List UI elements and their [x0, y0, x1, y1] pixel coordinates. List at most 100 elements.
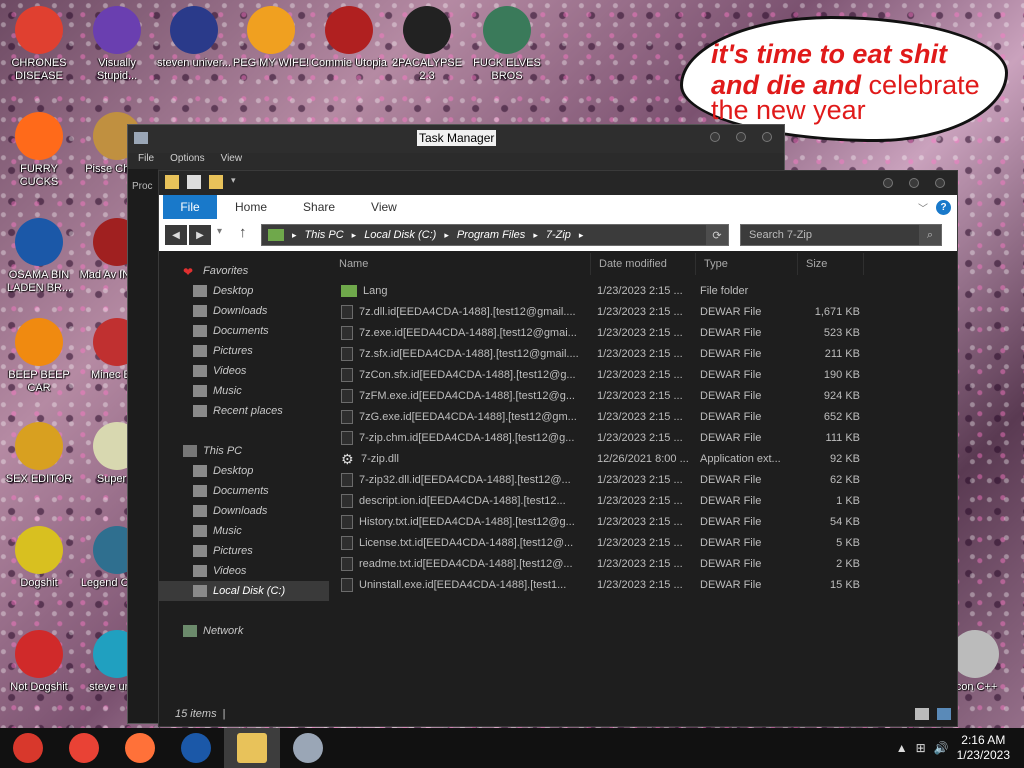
maximize-icon[interactable] — [736, 132, 746, 142]
sidebar-item[interactable]: Downloads — [159, 301, 329, 321]
column-date-modified[interactable]: Date modified — [591, 253, 696, 275]
nav-network[interactable]: Network — [159, 621, 329, 641]
table-row[interactable]: 7z.sfx.id[EEDA4CDA-1488].[test12@gmail..… — [331, 343, 957, 364]
forward-button[interactable]: ▶ — [189, 225, 211, 245]
table-row[interactable]: 7zFM.exe.id[EEDA4CDA-1488].[test12@g... 1… — [331, 385, 957, 406]
task-manager-titlebar[interactable]: Task Manager — [128, 125, 784, 153]
tab-share[interactable]: Share — [285, 200, 353, 214]
file-icon — [341, 388, 353, 403]
sidebar-item[interactable]: Desktop — [159, 461, 329, 481]
sidebar-item[interactable]: Local Disk (C:) — [159, 581, 329, 601]
maximize-icon[interactable] — [909, 178, 919, 188]
table-row[interactable]: 7-zip.chm.id[EEDA4CDA-1488].[test12@g...… — [331, 427, 957, 448]
desktop-icon[interactable]: Not Dogshit — [0, 630, 78, 694]
sidebar-item[interactable]: Documents — [159, 481, 329, 501]
table-row[interactable]: License.txt.id[EEDA4CDA-1488].[test12@..… — [331, 532, 957, 553]
close-icon[interactable] — [762, 132, 772, 142]
close-icon[interactable] — [935, 178, 945, 188]
nav-this-pc-header[interactable]: This PC — [159, 441, 329, 461]
table-row[interactable]: 7z.dll.id[EEDA4CDA-1488].[test12@gmail..… — [331, 301, 957, 322]
refresh-icon[interactable]: ⟳ — [706, 225, 728, 245]
breadcrumb-local-disk[interactable]: Local Disk (C:) — [364, 229, 436, 241]
recent-locations-icon[interactable]: ▾ — [217, 226, 222, 237]
nav-favorites-header[interactable]: ❤ Favorites — [159, 261, 329, 281]
desktop-icon[interactable]: OSAMA BIN LADEN BR... — [0, 218, 78, 295]
show-hidden-icons-icon[interactable]: ▲ — [896, 741, 908, 755]
table-row[interactable]: 7zCon.sfx.id[EEDA4CDA-1488].[test12@g...… — [331, 364, 957, 385]
explorer-titlebar[interactable]: ▾ — [159, 171, 957, 195]
properties-icon[interactable] — [187, 175, 201, 189]
taskbar-button[interactable] — [168, 728, 224, 768]
desktop-icon-label: OSAMA BIN LADEN BR... — [6, 269, 72, 294]
sidebar-item[interactable]: Recent places — [159, 401, 329, 421]
table-row[interactable]: History.txt.id[EEDA4CDA-1488].[test12@g.… — [331, 511, 957, 532]
taskbar-button[interactable] — [224, 728, 280, 768]
sidebar-item[interactable]: Videos — [159, 361, 329, 381]
desktop-icon[interactable]: CHRONES DISEASE — [0, 6, 78, 83]
up-arrow-icon[interactable]: ↑ — [239, 224, 247, 241]
sidebar-item[interactable]: Music — [159, 381, 329, 401]
table-row[interactable]: readme.txt.id[EEDA4CDA-1488].[test12@...… — [331, 553, 957, 574]
sidebar-item[interactable]: Downloads — [159, 501, 329, 521]
details-view-icon[interactable] — [915, 708, 929, 720]
minimize-icon[interactable] — [883, 178, 893, 188]
task-manager-window-controls[interactable] — [710, 132, 772, 142]
breadcrumb-this-pc[interactable]: This PC — [305, 229, 344, 241]
chevron-down-icon[interactable]: ▾ — [231, 175, 245, 189]
minimize-icon[interactable] — [710, 132, 720, 142]
table-row[interactable]: 7z.exe.id[EEDA4CDA-1488].[test12@gmai...… — [331, 322, 957, 343]
file-name: readme.txt.id[EEDA4CDA-1488].[test12@... — [359, 557, 573, 570]
new-folder-icon[interactable] — [209, 175, 223, 189]
sidebar-item[interactable]: Documents — [159, 321, 329, 341]
table-row[interactable]: ⚙ 7-zip.dll 12/26/2021 8:00 ... Application… — [331, 448, 957, 469]
tab-file[interactable]: File — [163, 195, 217, 219]
desktop-icon[interactable]: 2PACALYPSE 2.3 — [388, 6, 466, 83]
desktop-icon[interactable]: BEEP BEEP CAR — [0, 318, 78, 395]
taskbar-button[interactable] — [56, 728, 112, 768]
explorer-window-controls[interactable] — [883, 178, 945, 188]
taskbar-button[interactable] — [280, 728, 336, 768]
breadcrumb-7zip[interactable]: 7-Zip — [546, 229, 571, 241]
menu-options[interactable]: Options — [170, 153, 204, 169]
network-tray-icon[interactable]: ⊞ — [916, 741, 926, 755]
menu-view[interactable]: View — [221, 153, 243, 169]
sidebar-item[interactable]: Pictures — [159, 341, 329, 361]
tab-view[interactable]: View — [353, 200, 415, 214]
desktop-icon[interactable]: Commie Utopia — [310, 6, 388, 70]
search-input[interactable]: Search 7-Zip ⌕ — [740, 224, 942, 246]
table-row[interactable]: 7-zip32.dll.id[EEDA4CDA-1488].[test12@..… — [331, 469, 957, 490]
sidebar-item[interactable]: Videos — [159, 561, 329, 581]
tab-home[interactable]: Home — [217, 200, 285, 214]
menu-file[interactable]: File — [138, 153, 154, 169]
sidebar-item[interactable]: Desktop — [159, 281, 329, 301]
file-explorer-window[interactable]: ▾ File Home Share View ﹀ ? ◀ ▶ ▾ ↑ ▸ Thi… — [158, 170, 958, 727]
desktop-icon[interactable]: FURRY CUCKS — [0, 112, 78, 189]
sidebar-item[interactable]: Pictures — [159, 541, 329, 561]
table-row[interactable]: Uninstall.exe.id[EEDA4CDA-1488].[test1..… — [331, 574, 957, 595]
column-name[interactable]: Name — [331, 253, 591, 275]
search-icon[interactable]: ⌕ — [919, 225, 941, 245]
desktop-icon[interactable]: SEX EDITOR — [0, 422, 78, 486]
table-row[interactable]: Lang 1/23/2023 2:15 ... File folder — [331, 280, 957, 301]
desktop-icon[interactable]: FUCK ELVES BROS — [468, 6, 546, 83]
large-icons-view-icon[interactable] — [937, 708, 951, 720]
breadcrumb-program-files[interactable]: Program Files — [457, 229, 525, 241]
table-row[interactable]: descript.ion.id[EEDA4CDA-1488].[test12..… — [331, 490, 957, 511]
desktop-icon[interactable]: Dogshit — [0, 526, 78, 590]
taskbar-button[interactable] — [112, 728, 168, 768]
taskbar-button[interactable] — [0, 728, 56, 768]
clock[interactable]: 2:16 AM 1/23/2023 — [957, 733, 1010, 763]
desktop-icon[interactable]: steven univer... — [155, 6, 233, 70]
column-size[interactable]: Size — [798, 253, 864, 275]
desktop-icon[interactable]: Visually Stupid... — [78, 6, 156, 83]
back-button[interactable]: ◀ — [165, 225, 187, 245]
table-row[interactable]: 7zG.exe.id[EEDA4CDA-1488].[test12@gm... 1… — [331, 406, 957, 427]
address-bar[interactable]: ▸ This PC ▸ Local Disk (C:) ▸ Program Fi… — [261, 224, 729, 246]
desktop-icon[interactable]: PEG MY WIFE! — [232, 6, 310, 70]
expand-ribbon-icon[interactable]: ﹀ — [918, 200, 928, 215]
help-icon[interactable]: ? — [936, 199, 951, 215]
volume-icon[interactable]: 🔊 — [934, 741, 949, 755]
sidebar-item[interactable]: Music — [159, 521, 329, 541]
column-type[interactable]: Type — [696, 253, 798, 275]
tab-processes[interactable]: Proc — [132, 181, 153, 192]
